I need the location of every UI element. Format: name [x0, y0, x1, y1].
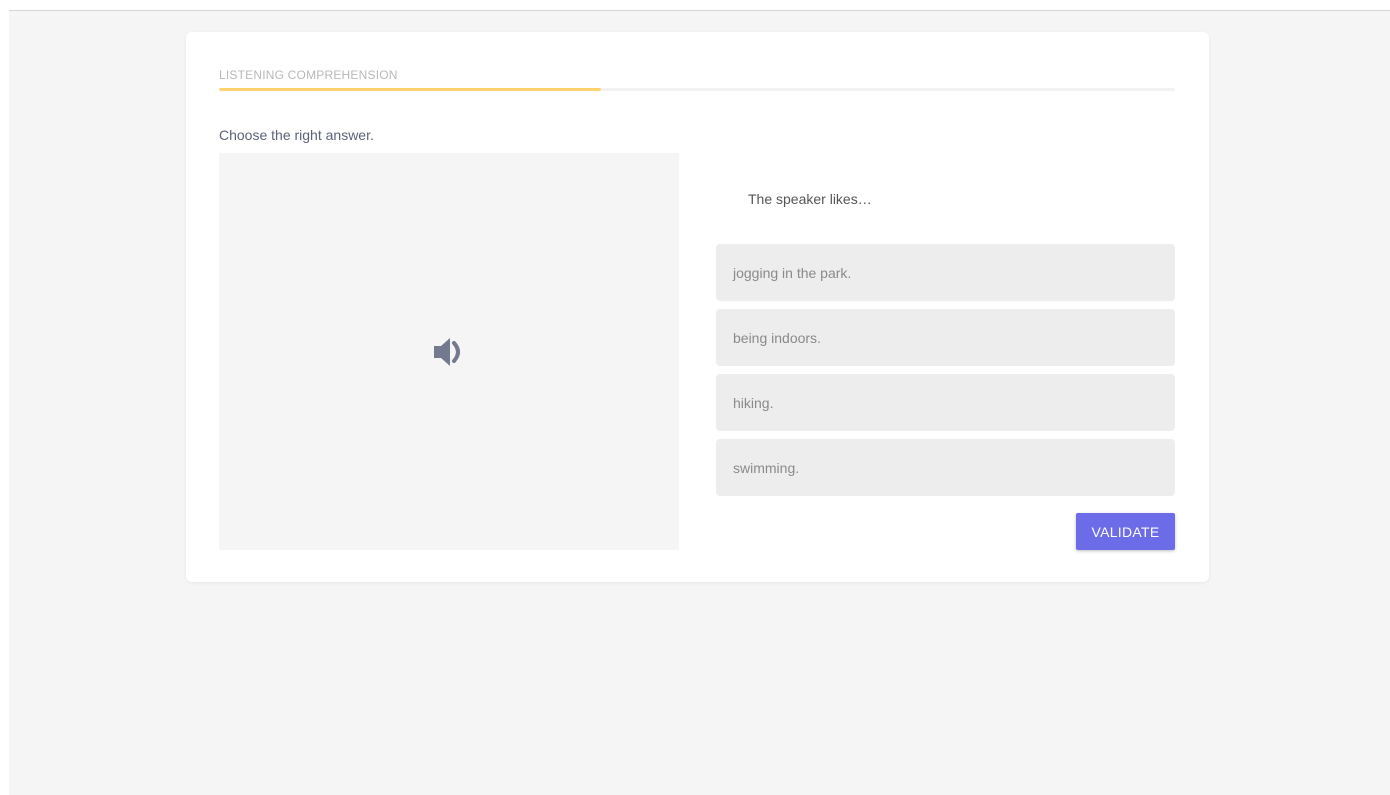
- progress-bar: [219, 88, 1175, 91]
- speaker-volume-icon[interactable]: [431, 334, 467, 370]
- question-text: The speaker likes…: [748, 191, 872, 207]
- validate-button[interactable]: VALIDATE: [1076, 513, 1175, 550]
- page-background: LISTENING COMPREHENSION Choose the right…: [9, 10, 1390, 795]
- answer-option-swimming[interactable]: swimming.: [716, 439, 1175, 496]
- instruction-text: Choose the right answer.: [219, 127, 374, 143]
- exercise-card: LISTENING COMPREHENSION Choose the right…: [186, 32, 1209, 582]
- section-title: LISTENING COMPREHENSION: [219, 68, 398, 82]
- progress-bar-fill: [219, 88, 602, 91]
- answer-options: jogging in the park. being indoors. hiki…: [716, 244, 1175, 504]
- answer-option-hiking[interactable]: hiking.: [716, 374, 1175, 431]
- audio-player[interactable]: [219, 153, 679, 550]
- answer-option-jogging[interactable]: jogging in the park.: [716, 244, 1175, 301]
- answer-option-indoors[interactable]: being indoors.: [716, 309, 1175, 366]
